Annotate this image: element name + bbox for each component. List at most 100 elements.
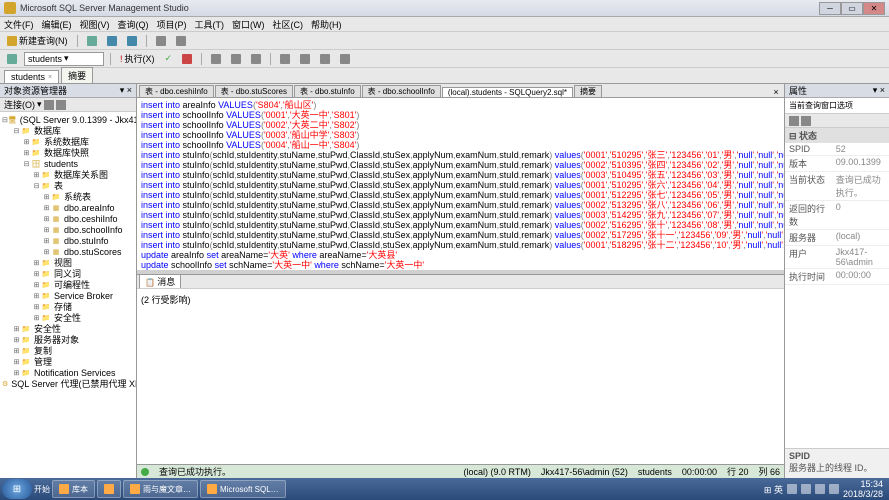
comment-button[interactable] <box>277 52 293 66</box>
taskbar-item[interactable] <box>97 480 121 498</box>
tree-item[interactable]: ⊞📁数据库关系图 <box>0 169 136 180</box>
taskbar-item[interactable]: Microsoft SQL… <box>200 480 286 498</box>
panel-close-icon[interactable]: ▾ × <box>873 85 885 96</box>
tree-item[interactable]: ⊞📁复制 <box>0 345 136 356</box>
tree-item[interactable]: ⊞📁服务器对象 <box>0 334 136 345</box>
panel-close-icon[interactable]: ▾ × <box>120 85 132 96</box>
tree-item[interactable]: ⊞📁数据库快照 <box>0 147 136 158</box>
property-row[interactable]: 当前状态查询已成功执行。 <box>785 172 889 201</box>
document-tab[interactable]: 表 - dbo.stuInfo <box>294 85 361 97</box>
tool-button-2[interactable] <box>173 34 189 48</box>
tree-item[interactable]: ⊞▦dbo.stuInfo <box>0 235 136 246</box>
status-cols: 列 66 <box>758 465 780 478</box>
property-row[interactable]: SPID52 <box>785 143 889 156</box>
save-all-button[interactable] <box>124 34 140 48</box>
property-row[interactable]: 用户Jkx417-56\admin <box>785 246 889 269</box>
start-button[interactable]: ⊞ <box>2 479 32 499</box>
categorize-icon[interactable] <box>789 116 799 126</box>
titlebar: Microsoft SQL Server Management Studio ─… <box>0 0 889 17</box>
clock-date[interactable]: 2018/3/28 <box>843 489 883 499</box>
tray-icon[interactable] <box>829 484 839 494</box>
close-button[interactable]: ✕ <box>863 2 885 15</box>
menu-item[interactable]: 编辑(E) <box>42 18 72 31</box>
refresh-icon[interactable] <box>44 100 54 110</box>
window-title: Microsoft SQL Server Management Studio <box>20 3 819 13</box>
taskbar-item[interactable]: 库本 <box>52 480 95 498</box>
property-row[interactable]: 版本09.00.1399 <box>785 156 889 172</box>
properties-grid[interactable]: ⊟ 状态 SPID52版本09.00.1399当前状态查询已成功执行。返回的行数… <box>785 128 889 448</box>
menu-item[interactable]: 工具(T) <box>195 18 225 31</box>
status-ok-icon <box>141 468 149 476</box>
menu-item[interactable]: 文件(F) <box>4 18 34 31</box>
tool-button[interactable] <box>153 34 169 48</box>
results-file-button[interactable] <box>248 52 264 66</box>
object-explorer-toolbar: 连接(O) ▾ <box>0 98 136 112</box>
tree-item[interactable]: ⚙SQL Server 代理(已禁用代理 XP) <box>0 378 136 389</box>
property-row[interactable]: 服务器(local) <box>785 230 889 246</box>
document-tab[interactable]: 表 - dbo.ceshiInfo <box>139 85 214 97</box>
minimize-button[interactable]: ─ <box>819 2 841 15</box>
system-tray[interactable]: ⊞ 英 15:34 2018/3/28 <box>764 479 887 499</box>
open-button[interactable] <box>84 34 100 48</box>
tab-close-icon[interactable]: × <box>48 74 52 81</box>
results-text-button[interactable] <box>228 52 244 66</box>
menu-item[interactable]: 窗口(W) <box>232 18 265 31</box>
taskbar-item[interactable]: 雨与魔文章… <box>123 480 198 498</box>
menu-item[interactable]: 查询(Q) <box>118 18 149 31</box>
property-row[interactable]: 执行时间00:00:00 <box>785 269 889 285</box>
object-explorer-panel: 对象资源管理器 ▾ × 连接(O) ▾ ⊟🖥(SQL Server 9.0.13… <box>0 84 137 478</box>
menu-item[interactable]: 社区(C) <box>273 18 304 31</box>
tree-item[interactable]: ⊟🖥(SQL Server 9.0.1399 - Jkx417-56\admin <box>0 114 136 125</box>
tree-item[interactable]: ⊞▦dbo.ceshiInfo <box>0 213 136 224</box>
properties-header: 属性 ▾ × <box>785 84 889 98</box>
outdent-button[interactable] <box>337 52 353 66</box>
execute-button[interactable]: ! 执行(X) <box>117 52 158 66</box>
maximize-button[interactable]: ▭ <box>841 2 863 15</box>
tray-icon[interactable] <box>801 484 811 494</box>
doctabs-close-icon[interactable]: ▾ × <box>770 84 782 97</box>
tree-item[interactable]: ⊞📁可编程性 <box>0 279 136 290</box>
filter-icon[interactable] <box>56 100 66 110</box>
document-tab[interactable]: 表 - dbo.schoolInfo <box>362 85 441 97</box>
tree-item[interactable]: ⊞📁系统表 <box>0 191 136 202</box>
tab-students[interactable]: students× <box>4 70 59 83</box>
tree-item[interactable]: ⊞▦dbo.areaInfo <box>0 202 136 213</box>
menu-item[interactable]: 帮助(H) <box>311 18 342 31</box>
db-dropdown[interactable]: students ▾ <box>24 52 104 66</box>
tree-item[interactable]: ⊞📁管理 <box>0 356 136 367</box>
results-grid-button[interactable] <box>208 52 224 66</box>
menu-item[interactable]: 视图(V) <box>80 18 110 31</box>
tree-item[interactable]: ⊞📁安全性 <box>0 312 136 323</box>
save-button[interactable] <box>104 34 120 48</box>
property-row[interactable]: 返回的行数0 <box>785 201 889 230</box>
property-category[interactable]: ⊟ 状态 <box>785 128 889 143</box>
tray-icon[interactable] <box>787 484 797 494</box>
tray-icon[interactable] <box>815 484 825 494</box>
tree-item[interactable]: ⊞▦dbo.schoolInfo <box>0 224 136 235</box>
document-tab[interactable]: 摘要 <box>574 85 602 97</box>
tab-summary[interactable]: 摘要 <box>61 67 93 83</box>
az-sort-icon[interactable] <box>801 116 811 126</box>
document-tab[interactable]: (local).students - SQLQuery2.sql* <box>442 87 573 97</box>
start-label[interactable]: 开始 <box>34 484 50 495</box>
clock-time[interactable]: 15:34 <box>843 479 883 489</box>
ime-indicator[interactable]: ⊞ 英 <box>764 483 783 496</box>
menu-item[interactable]: 项目(P) <box>157 18 187 31</box>
document-tab[interactable]: 表 - dbo.stuScores <box>215 85 293 97</box>
toolbar-1: 新建查询(N) <box>0 32 889 50</box>
sql-editor[interactable]: insert into areaInfo VALUES('S804','船山区'… <box>137 98 784 270</box>
document-tabs: 表 - dbo.ceshiInfo表 - dbo.stuScores表 - db… <box>137 84 784 98</box>
connect-button[interactable]: 连接(O) <box>4 98 35 111</box>
results-panel: 📋 消息 (2 行受影响) <box>137 274 784 464</box>
app-icon <box>4 2 16 14</box>
new-query-button[interactable]: 新建查询(N) <box>4 34 71 48</box>
object-tree[interactable]: ⊟🖥(SQL Server 9.0.1399 - Jkx417-56\admin… <box>0 112 136 478</box>
parse-button[interactable]: ✓ <box>162 52 176 66</box>
db-selector[interactable] <box>4 52 20 66</box>
messages-tab[interactable]: 📋 消息 <box>139 274 181 288</box>
indent-button[interactable] <box>317 52 333 66</box>
status-user: Jkx417-56\admin (52) <box>541 467 628 477</box>
center-panel: 表 - dbo.ceshiInfo表 - dbo.stuScores表 - db… <box>137 84 784 478</box>
uncomment-button[interactable] <box>297 52 313 66</box>
stop-button[interactable] <box>179 52 195 66</box>
